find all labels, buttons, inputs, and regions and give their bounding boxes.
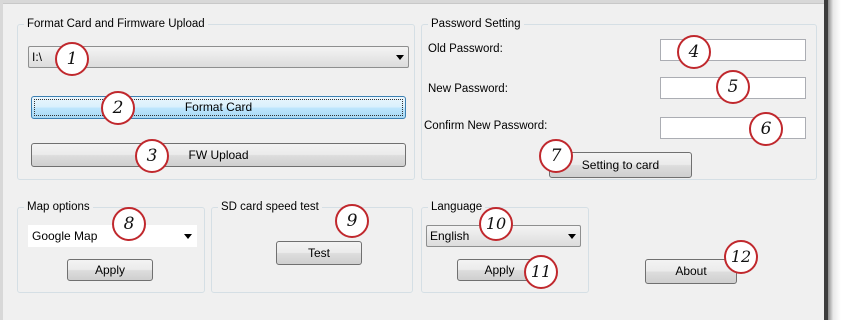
old-password-label: Old Password:	[428, 43, 503, 55]
speed-test-button-label: Test	[307, 246, 330, 260]
window-top-border	[0, 0, 828, 4]
language-apply-button-label: Apply	[484, 263, 515, 277]
chevron-down-icon[interactable]	[396, 55, 404, 60]
callout-marker-7: 7	[539, 139, 573, 173]
drive-select-value: I:\	[32, 50, 43, 64]
about-button-label: About	[675, 264, 707, 278]
fw-upload-button[interactable]: FW Upload	[31, 143, 406, 167]
speed-test-group-title: SD card speed test	[218, 200, 322, 214]
callout-marker-2: 2	[101, 91, 135, 125]
map-apply-button-label: Apply	[94, 263, 126, 277]
language-select-value: English	[430, 229, 470, 243]
callout-marker-11: 11	[524, 255, 558, 289]
speed-test-button[interactable]: Test	[276, 241, 362, 265]
callout-marker-10: 10	[479, 207, 513, 241]
setting-to-card-button-label: Setting to card	[581, 158, 660, 172]
map-apply-button[interactable]: Apply	[67, 259, 153, 281]
fw-upload-button-label: FW Upload	[188, 148, 249, 162]
map-options-group-title: Map options	[24, 200, 93, 214]
chevron-down-icon[interactable]	[568, 234, 576, 239]
callout-marker-12: 12	[724, 240, 758, 274]
format-card-group-title: Format Card and Firmware Upload	[24, 17, 208, 31]
confirm-password-field[interactable]	[660, 117, 806, 139]
confirm-password-label: Confirm New Password:	[424, 120, 548, 132]
password-group-title: Password Setting	[428, 17, 524, 31]
callout-marker-5: 5	[716, 70, 750, 104]
format-card-button-label: Format Card	[184, 100, 253, 114]
window-right-shadow	[828, 0, 841, 320]
map-select-value: Google Map	[32, 229, 98, 243]
callout-marker-1: 1	[55, 42, 89, 76]
callout-marker-8: 8	[112, 207, 146, 241]
format-card-button[interactable]: Format Card	[31, 96, 406, 119]
new-password-label: New Password:	[428, 83, 508, 95]
callout-marker-4: 4	[677, 35, 711, 69]
window-left-border	[0, 0, 3, 320]
language-group-title: Language	[428, 200, 486, 214]
callout-marker-3: 3	[135, 139, 169, 173]
chevron-down-icon[interactable]	[184, 234, 192, 239]
callout-marker-6: 6	[749, 112, 783, 146]
about-button[interactable]: About	[645, 259, 737, 284]
callout-marker-9: 9	[335, 204, 369, 238]
